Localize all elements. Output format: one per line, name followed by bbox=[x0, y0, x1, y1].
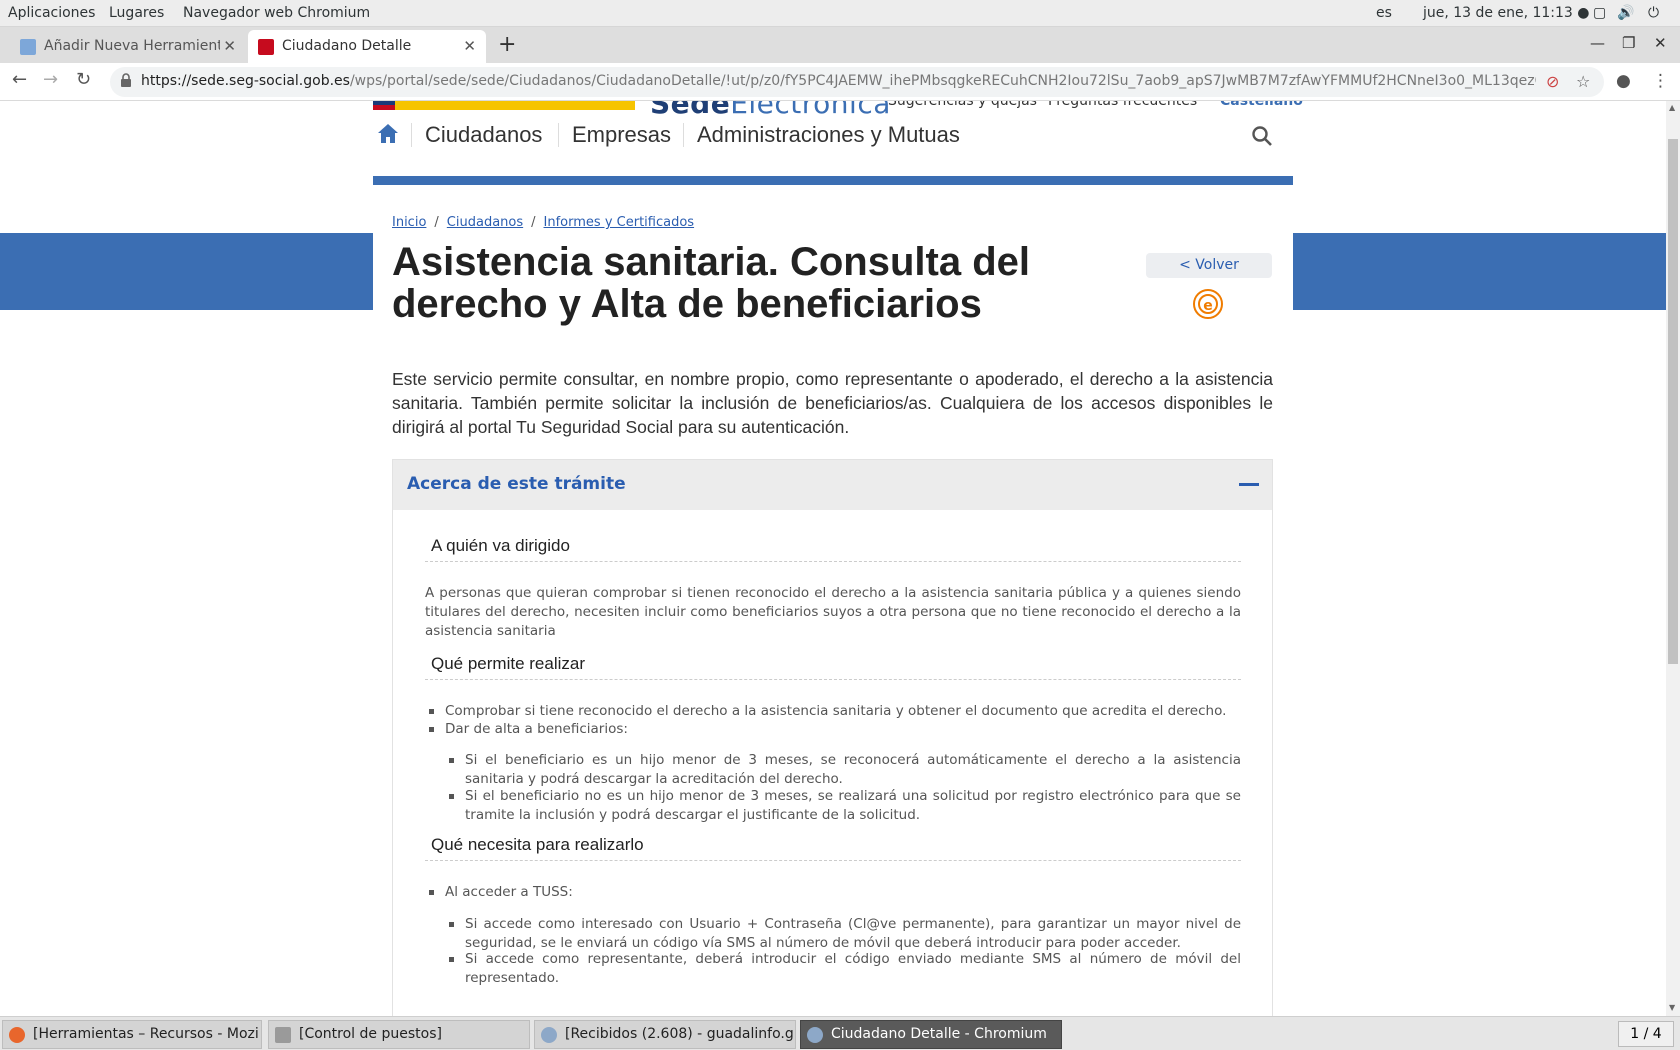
chromium-icon bbox=[807, 1027, 823, 1043]
nav-ciudadanos[interactable]: Ciudadanos bbox=[425, 122, 542, 148]
sub-list-item: Si el beneficiario es un hijo menor de 3… bbox=[449, 752, 1241, 787]
svg-text:e: e bbox=[1203, 298, 1213, 314]
sub-list-item: Si accede como representante, deberá int… bbox=[449, 951, 1241, 986]
firefox-icon bbox=[9, 1027, 25, 1043]
electronic-procedure-icon: e bbox=[1193, 289, 1223, 319]
nav-underline bbox=[373, 176, 1293, 185]
search-icon[interactable] bbox=[1251, 125, 1273, 147]
close-tab-icon[interactable]: ✕ bbox=[223, 37, 236, 55]
home-icon[interactable] bbox=[377, 122, 399, 144]
title-band-right bbox=[1293, 233, 1666, 310]
nav-empresas[interactable]: Empresas bbox=[572, 122, 671, 148]
applications-menu[interactable]: Aplicaciones bbox=[8, 5, 95, 21]
accordion-title: Acerca de este trámite bbox=[407, 474, 626, 494]
bookmark-star-icon[interactable]: ☆ bbox=[1576, 72, 1590, 91]
url-text: https://sede.seg-social.gob.es/wps/porta… bbox=[141, 73, 1536, 89]
minimize-icon[interactable]: — bbox=[1590, 34, 1605, 52]
back-button[interactable]: < Volver bbox=[1146, 253, 1272, 278]
page-favicon-icon bbox=[20, 39, 36, 55]
active-app-menu[interactable]: Navegador web Chromium bbox=[183, 5, 370, 21]
lock-icon bbox=[121, 73, 131, 87]
list-item: Comprobar si tiene reconocido el derecho… bbox=[429, 702, 1241, 721]
breadcrumb: Inicio / Ciudadanos / Informes y Certificado… bbox=[392, 215, 695, 230]
scrollbar-thumb[interactable] bbox=[1668, 139, 1678, 664]
app-icon bbox=[275, 1027, 291, 1043]
gnome-top-bar: Aplicaciones Lugares Navegador web Chrom… bbox=[0, 0, 1680, 27]
page-scrollbar[interactable]: ▲ ▼ bbox=[1666, 101, 1680, 1016]
collapse-icon[interactable] bbox=[1239, 483, 1259, 486]
task-ciudadano-detalle[interactable]: Ciudadano Detalle - Chromium bbox=[800, 1020, 1062, 1049]
new-tab-icon[interactable]: + bbox=[498, 32, 516, 57]
back-icon[interactable]: ← bbox=[12, 69, 27, 90]
restore-icon[interactable]: ❐ bbox=[1622, 34, 1635, 52]
tab-add-tool[interactable]: Añadir Nueva Herramienta ✕ bbox=[10, 30, 246, 63]
menu-dots-icon[interactable]: ⋮ bbox=[1652, 71, 1669, 91]
volume-icon[interactable]: 🔊 bbox=[1617, 5, 1634, 21]
tab-ciudadano-detalle[interactable]: Ciudadano Detalle ✕ bbox=[248, 30, 486, 63]
tab-title: Añadir Nueva Herramienta bbox=[44, 38, 220, 54]
close-tab-icon[interactable]: ✕ bbox=[463, 37, 476, 55]
scroll-down-icon[interactable]: ▼ bbox=[1669, 1003, 1675, 1012]
list-item: Dar de alta a beneficiarios: bbox=[429, 720, 1241, 739]
breadcrumb-inicio[interactable]: Inicio bbox=[392, 215, 426, 230]
taskbar: [Herramientas – Recursos - Mozilla ... [… bbox=[0, 1016, 1680, 1050]
section-text-dirigido: A personas que quieran comprobar si tien… bbox=[425, 585, 1241, 639]
about-accordion: Acerca de este trámite A quién va dirigi… bbox=[392, 459, 1273, 1016]
section-heading-permite: Qué permite realizar bbox=[431, 654, 586, 673]
sub-list-item: Si accede como interesado con Usuario + … bbox=[449, 916, 1241, 951]
forward-icon[interactable]: → bbox=[43, 69, 58, 90]
nav-administraciones[interactable]: Administraciones y Mutuas bbox=[697, 122, 960, 148]
title-band-left bbox=[0, 233, 373, 310]
intro-text: Este servicio permite consultar, en nomb… bbox=[392, 369, 1273, 437]
address-bar[interactable]: https://sede.seg-social.gob.es/wps/porta… bbox=[110, 67, 1604, 97]
section-heading-necesita: Qué necesita para realizarlo bbox=[431, 835, 644, 854]
tab-strip: Añadir Nueva Herramienta ✕ Ciudadano Det… bbox=[0, 27, 1680, 63]
clock[interactable]: jue, 13 de ene, 11:13 ● bbox=[1423, 5, 1590, 21]
task-firefox[interactable]: [Herramientas – Recursos - Mozilla ... bbox=[2, 1020, 262, 1049]
blocked-content-icon[interactable]: ⊘ bbox=[1546, 72, 1559, 91]
breadcrumb-ciudadanos[interactable]: Ciudadanos bbox=[447, 215, 523, 230]
places-menu[interactable]: Lugares bbox=[109, 5, 164, 21]
tab-title: Ciudadano Detalle bbox=[282, 38, 412, 54]
accordion-header[interactable]: Acerca de este trámite bbox=[393, 460, 1272, 510]
close-window-icon[interactable]: ✕ bbox=[1654, 34, 1667, 52]
page-viewport: SedeElectrónica Sugerencias y quejas Pre… bbox=[0, 101, 1666, 1016]
profile-icon[interactable]: ● bbox=[1616, 71, 1631, 91]
list-item: Al acceder a TUSS: bbox=[429, 883, 1241, 902]
suggestions-link[interactable]: Sugerencias y quejas bbox=[888, 101, 1037, 109]
scroll-up-icon[interactable]: ▲ bbox=[1669, 103, 1675, 112]
page-title: Asistencia sanitaria. Consulta del derec… bbox=[392, 240, 1030, 326]
sub-list-item: Si el beneficiario no es un hijo menor d… bbox=[449, 788, 1241, 823]
chromium-icon bbox=[541, 1027, 557, 1043]
task-control-puestos[interactable]: [Control de puestos] bbox=[268, 1020, 530, 1049]
browser-toolbar: ← → ↻ https://sede.seg-social.gob.es/wps… bbox=[0, 63, 1680, 101]
power-icon[interactable]: ⏻ bbox=[1648, 5, 1659, 21]
gov-brand-strip bbox=[373, 101, 635, 110]
screen-icon[interactable]: ▢ bbox=[1593, 5, 1606, 21]
language-link[interactable]: Castellano bbox=[1220, 101, 1303, 109]
breadcrumb-informes[interactable]: Informes y Certificados bbox=[544, 215, 695, 230]
keyboard-language[interactable]: es bbox=[1376, 5, 1392, 21]
workspace-switcher[interactable]: 1 / 4 bbox=[1618, 1021, 1674, 1047]
faq-link[interactable]: Preguntas frecuentes bbox=[1048, 101, 1197, 109]
section-heading-dirigido: A quién va dirigido bbox=[431, 536, 570, 555]
reload-icon[interactable]: ↻ bbox=[76, 69, 91, 90]
main-navigation: Ciudadanos Empresas Administraciones y M… bbox=[373, 113, 1293, 168]
spain-flag-icon bbox=[258, 39, 274, 55]
task-recibidos[interactable]: [Recibidos (2.608) - guadalinfo.gua... bbox=[534, 1020, 796, 1049]
